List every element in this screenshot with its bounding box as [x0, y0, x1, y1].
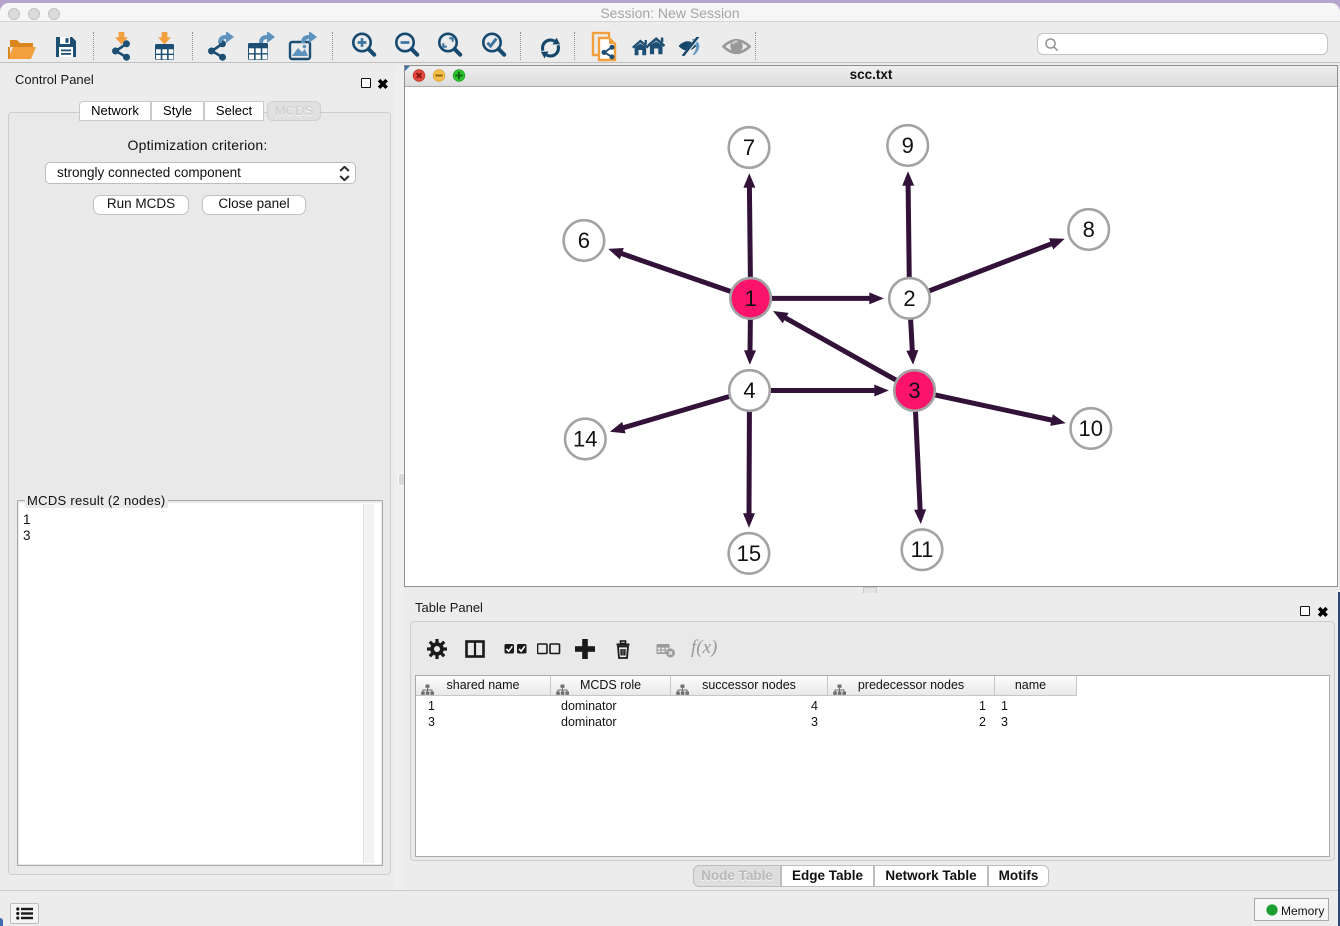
- svg-text:9: 9: [902, 133, 914, 158]
- svg-text:14: 14: [573, 427, 597, 452]
- svg-text:10: 10: [1079, 416, 1103, 441]
- svg-text:11: 11: [911, 537, 934, 562]
- svg-text:15: 15: [737, 541, 761, 566]
- svg-text:6: 6: [578, 228, 590, 253]
- svg-text:1: 1: [744, 286, 756, 311]
- svg-text:2: 2: [903, 286, 915, 311]
- svg-text:4: 4: [743, 378, 755, 403]
- svg-text:7: 7: [743, 135, 755, 160]
- svg-text:8: 8: [1083, 217, 1095, 242]
- svg-text:3: 3: [908, 378, 920, 403]
